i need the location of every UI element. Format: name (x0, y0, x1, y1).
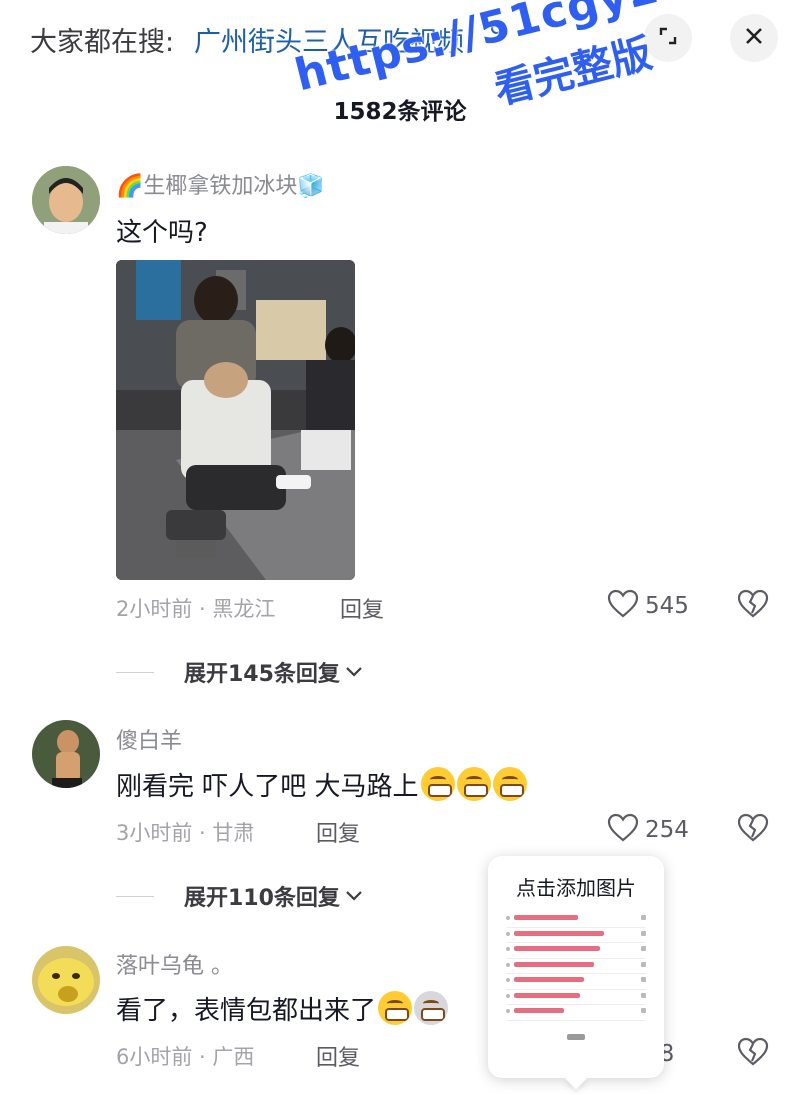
reply-button[interactable]: 回复 (340, 592, 384, 624)
heart-icon (607, 589, 639, 623)
comment-time-location: 3小时前 · 甘肃 (116, 821, 255, 845)
list-item (506, 974, 646, 990)
comment-time-location: 2小时前 · 黑龙江 (116, 597, 276, 621)
broken-heart-icon[interactable] (737, 813, 769, 847)
chevron-down-icon (344, 663, 364, 682)
heart-icon (607, 813, 639, 847)
comment-text-row: 看了，表情包都出来了 (116, 990, 449, 1027)
avatar[interactable] (32, 946, 100, 1014)
list-item (506, 1005, 646, 1021)
broken-heart-icon[interactable] (737, 589, 769, 623)
expand-replies[interactable]: 展开110条回复 (116, 880, 364, 912)
comment-username[interactable]: 傻白羊 (116, 723, 182, 755)
comment-username[interactable]: 落叶乌龟 。 (116, 948, 233, 980)
like-count: 545 (645, 593, 689, 619)
list-item (506, 943, 646, 959)
comment-time-location: 6小时前 · 广西 (116, 1045, 255, 1069)
expand-replies[interactable]: 展开145条回复 (116, 656, 364, 688)
popup-title: 点击添加图片 (516, 876, 636, 900)
expand-replies-label: 展开145条回复 (184, 662, 340, 687)
expand-replies-label: 展开110条回复 (184, 886, 340, 911)
divider (116, 895, 154, 897)
like-button[interactable]: 545 (607, 589, 689, 623)
search-prefix: 大家都在搜: (30, 27, 175, 58)
avatar[interactable] (32, 166, 100, 234)
reply-button[interactable]: 回复 (316, 1040, 360, 1072)
list-item (506, 959, 646, 974)
popup-preview-list (506, 912, 646, 1021)
reply-button[interactable]: 回复 (316, 816, 360, 848)
broken-heart-icon[interactable] (737, 1037, 769, 1071)
comment-image[interactable] (116, 260, 355, 580)
chevron-down-icon (344, 887, 364, 906)
list-item (506, 912, 646, 928)
divider (116, 671, 154, 673)
grimace-sweat-emoji (420, 767, 455, 801)
comment-text: 这个吗? (116, 218, 208, 248)
avatar[interactable] (32, 720, 100, 788)
comment-username[interactable]: 🌈生椰拿铁加冰块🧊 (116, 168, 325, 200)
dizzy-face-emoji (378, 991, 413, 1025)
comment-text: 刚看完 吓人了吧 大马路上 (116, 772, 419, 802)
comment-text: 看了，表情包都出来了 (116, 996, 377, 1026)
like-button[interactable]: 254 (607, 813, 689, 847)
comment-text-row: 刚看完 吓人了吧 大马路上 (116, 766, 527, 803)
popup-arrow (564, 1066, 588, 1090)
popup-footer-mark (567, 1034, 585, 1040)
grimace-sweat-emoji (492, 767, 527, 801)
list-item (506, 990, 646, 1005)
list-item (506, 928, 646, 943)
grimace-sweat-emoji (456, 767, 491, 801)
like-count: 254 (645, 817, 689, 843)
add-image-popup[interactable]: 点击添加图片 (488, 856, 664, 1090)
screaming-face-emoji (414, 991, 449, 1025)
